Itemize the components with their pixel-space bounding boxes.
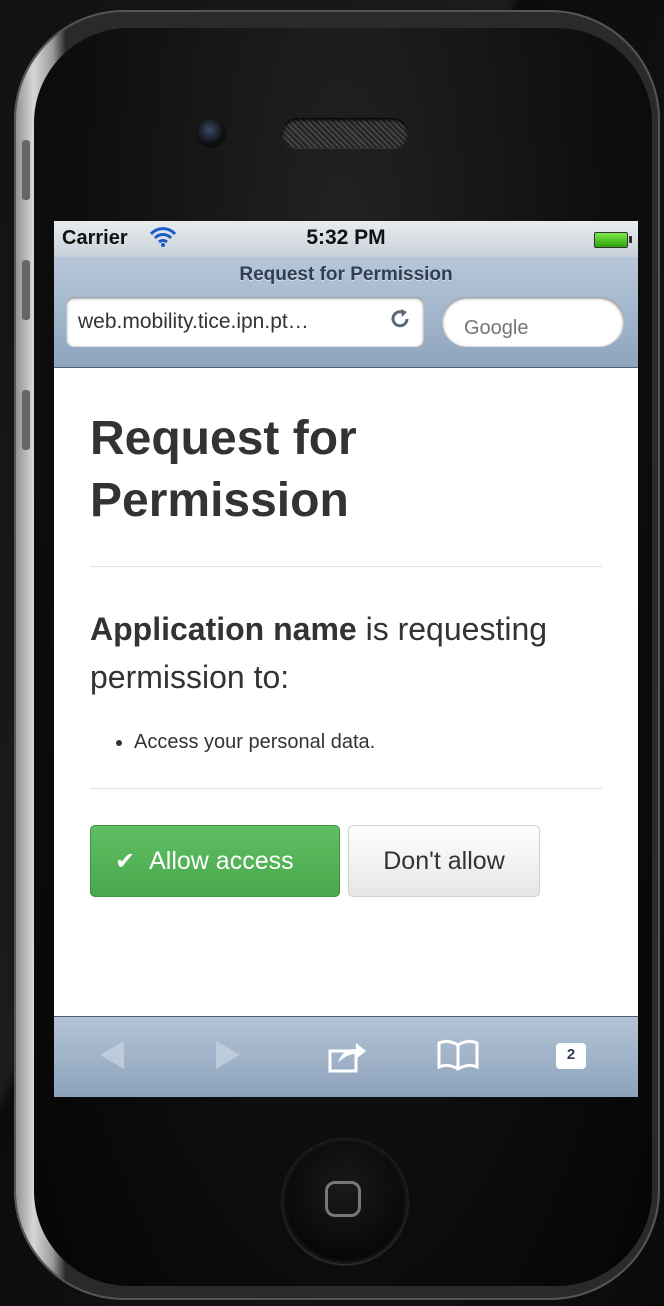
volume-up-button bbox=[22, 260, 30, 320]
url-field[interactable]: web.mobility.tice.ipn.pt… bbox=[66, 297, 424, 347]
browser-toolbar: 2 bbox=[54, 1016, 638, 1097]
clock: 5:32 PM bbox=[306, 226, 386, 249]
screen: Carrier 5:32 PM Request for Permission w… bbox=[54, 221, 638, 1097]
permission-request-text: Application name is requesting permissio… bbox=[90, 605, 602, 701]
earpiece-speaker bbox=[282, 118, 408, 148]
volume-down-button bbox=[22, 390, 30, 450]
allow-access-label: Allow access bbox=[149, 847, 294, 875]
bookmarks-icon[interactable] bbox=[436, 1039, 480, 1079]
home-square-icon bbox=[325, 1181, 361, 1217]
battery-icon bbox=[594, 232, 632, 248]
back-icon[interactable] bbox=[98, 1039, 126, 1079]
permission-list: Access your personal data. bbox=[90, 731, 602, 754]
home-button[interactable] bbox=[282, 1138, 408, 1264]
forward-icon[interactable] bbox=[214, 1039, 242, 1079]
divider bbox=[90, 788, 602, 789]
checkmark-icon: ✔ bbox=[115, 848, 136, 875]
page-content: Request for Permission Application name … bbox=[54, 408, 638, 899]
dont-allow-button[interactable]: Don't allow bbox=[348, 825, 540, 897]
mute-switch bbox=[22, 140, 30, 200]
status-bar: Carrier 5:32 PM bbox=[54, 221, 638, 257]
browser-page-title: Request for Permission bbox=[239, 264, 453, 285]
page-title: Request for Permission bbox=[90, 412, 357, 527]
front-camera bbox=[196, 118, 226, 148]
url-text: web.mobility.tice.ipn.pt… bbox=[78, 310, 309, 333]
allow-access-button[interactable]: ✔ Allow access bbox=[90, 825, 340, 897]
search-input[interactable] bbox=[442, 297, 624, 347]
tabs-icon[interactable]: 2 bbox=[556, 1043, 586, 1069]
share-icon[interactable] bbox=[328, 1039, 368, 1081]
action-buttons: ✔ Allow access Don't allow bbox=[90, 825, 602, 899]
app-name: Application name bbox=[90, 611, 357, 647]
reload-icon[interactable] bbox=[388, 307, 412, 338]
list-item: Access your personal data. bbox=[134, 731, 602, 754]
browser-bar: Request for Permission web.mobility.tice… bbox=[54, 257, 638, 368]
divider bbox=[90, 566, 602, 567]
